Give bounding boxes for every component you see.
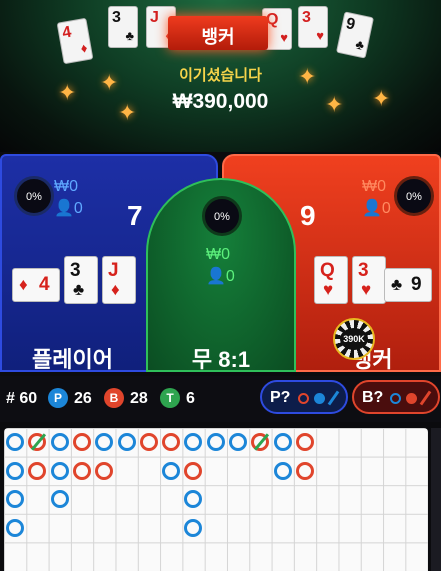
player-bead — [6, 490, 24, 509]
player-card: 3 ♣ — [64, 256, 98, 304]
banker-prediction-button[interactable]: B? — [352, 380, 440, 414]
chip-amount: 390K — [340, 328, 368, 350]
banker-card: 9 ♣ — [384, 268, 432, 302]
win-amount: ₩390,000 — [172, 90, 269, 113]
player-bead — [117, 433, 136, 451]
banker-card: Q ♥ — [314, 256, 348, 304]
user-icon: 👤 — [362, 200, 382, 217]
banker-bead — [162, 433, 181, 451]
player-bead — [50, 433, 69, 451]
player-bead — [184, 518, 203, 537]
player-dot-icon — [314, 393, 325, 404]
banker-bead — [72, 461, 91, 480]
banker-count: 28 — [130, 390, 148, 407]
tie-bet-amount: ₩0 — [206, 246, 230, 263]
player-bead — [184, 433, 203, 451]
player-card: 4 ♦ — [12, 268, 60, 302]
player-bead — [162, 461, 181, 480]
player-percent: 0% — [26, 191, 42, 203]
total-rounds: # 60 — [6, 390, 38, 407]
player-bead — [50, 461, 69, 480]
banker-bead — [251, 433, 270, 451]
banker-bead — [28, 461, 47, 480]
player-percent-ring: 0% — [14, 176, 54, 216]
slash-icon — [327, 390, 340, 406]
winner-banner: 뱅커 — [168, 16, 268, 50]
player-count: 26 — [74, 390, 92, 407]
banker-bead — [295, 461, 314, 480]
banker-bead — [28, 433, 47, 451]
player-bead — [6, 518, 24, 537]
tie-dot-icon: T — [160, 388, 180, 408]
road-scrollbar[interactable] — [431, 428, 441, 571]
win-message: 이기셨습니다 — [179, 67, 262, 84]
tie-users: 👤0 — [206, 268, 235, 285]
player-bead — [273, 433, 292, 451]
player-prediction-label: P? — [270, 389, 291, 406]
result-card: 9 ♣ — [335, 11, 375, 59]
banker-percent: 0% — [406, 191, 422, 203]
user-icon: 👤 — [54, 200, 74, 217]
banker-dot-icon — [406, 393, 417, 404]
tie-label: 무 8:1 — [191, 347, 251, 372]
banker-bead — [139, 433, 158, 451]
player-bead — [6, 433, 24, 451]
banker-bead — [72, 433, 91, 451]
player-bead — [273, 461, 292, 480]
player-bead — [229, 433, 247, 451]
banker-users: 👤0 — [362, 200, 391, 217]
slash-icon — [419, 390, 432, 406]
tie-mark — [254, 433, 270, 451]
player-card: J ♦ — [102, 256, 136, 304]
banker-score: 9 — [300, 200, 316, 231]
tie-bet-area[interactable]: 0% ₩0 👤0 무 8:1 — [146, 178, 296, 372]
banker-card: 3 ♥ — [352, 256, 386, 304]
banker-bead — [295, 433, 314, 451]
banker-bet-amount: ₩0 — [362, 178, 386, 195]
player-bead — [206, 433, 225, 451]
winner-label: 뱅커 — [201, 27, 235, 47]
banker-prediction-label: B? — [362, 389, 384, 406]
banker-dot-icon: B — [104, 388, 124, 408]
result-card: 3 ♣ — [108, 6, 138, 48]
bead-road — [4, 428, 428, 571]
result-banner: 4♦3♣J♦Q♥3♥9♣ 뱅커 ✦ ✦ ✦ ✦ ✦ ✦ 이기셨습니다 ₩390,… — [0, 0, 441, 152]
player-bead — [95, 433, 114, 451]
player-dot-icon: P — [48, 388, 68, 408]
banker-bead-icon — [298, 393, 309, 404]
tie-percent-ring: 0% — [202, 196, 242, 236]
banker-bead — [184, 461, 203, 480]
tie-count: 6 — [186, 390, 195, 407]
banker-bead — [95, 461, 114, 480]
player-label: 플레이어 — [32, 347, 113, 372]
banker-percent-ring: 0% — [394, 176, 434, 216]
player-bet-amount: ₩0 — [54, 178, 78, 195]
player-bead — [6, 461, 24, 480]
player-bead-icon — [390, 393, 401, 404]
player-users: 👤0 — [54, 200, 83, 217]
user-icon: 👤 — [206, 268, 226, 285]
player-prediction-button[interactable]: P? — [260, 380, 348, 414]
tie-percent: 0% — [214, 211, 230, 223]
result-card: 3 ♥ — [298, 6, 328, 48]
tie-mark — [31, 433, 47, 451]
result-card: 4 ♦ — [56, 17, 94, 65]
stats-bar: # 60 P 26 B 28 T 6 P? B? — [0, 376, 441, 422]
bet-chip: 390K — [333, 318, 375, 360]
player-score: 7 — [127, 200, 143, 231]
player-bead — [50, 490, 69, 509]
player-bead — [184, 490, 203, 509]
